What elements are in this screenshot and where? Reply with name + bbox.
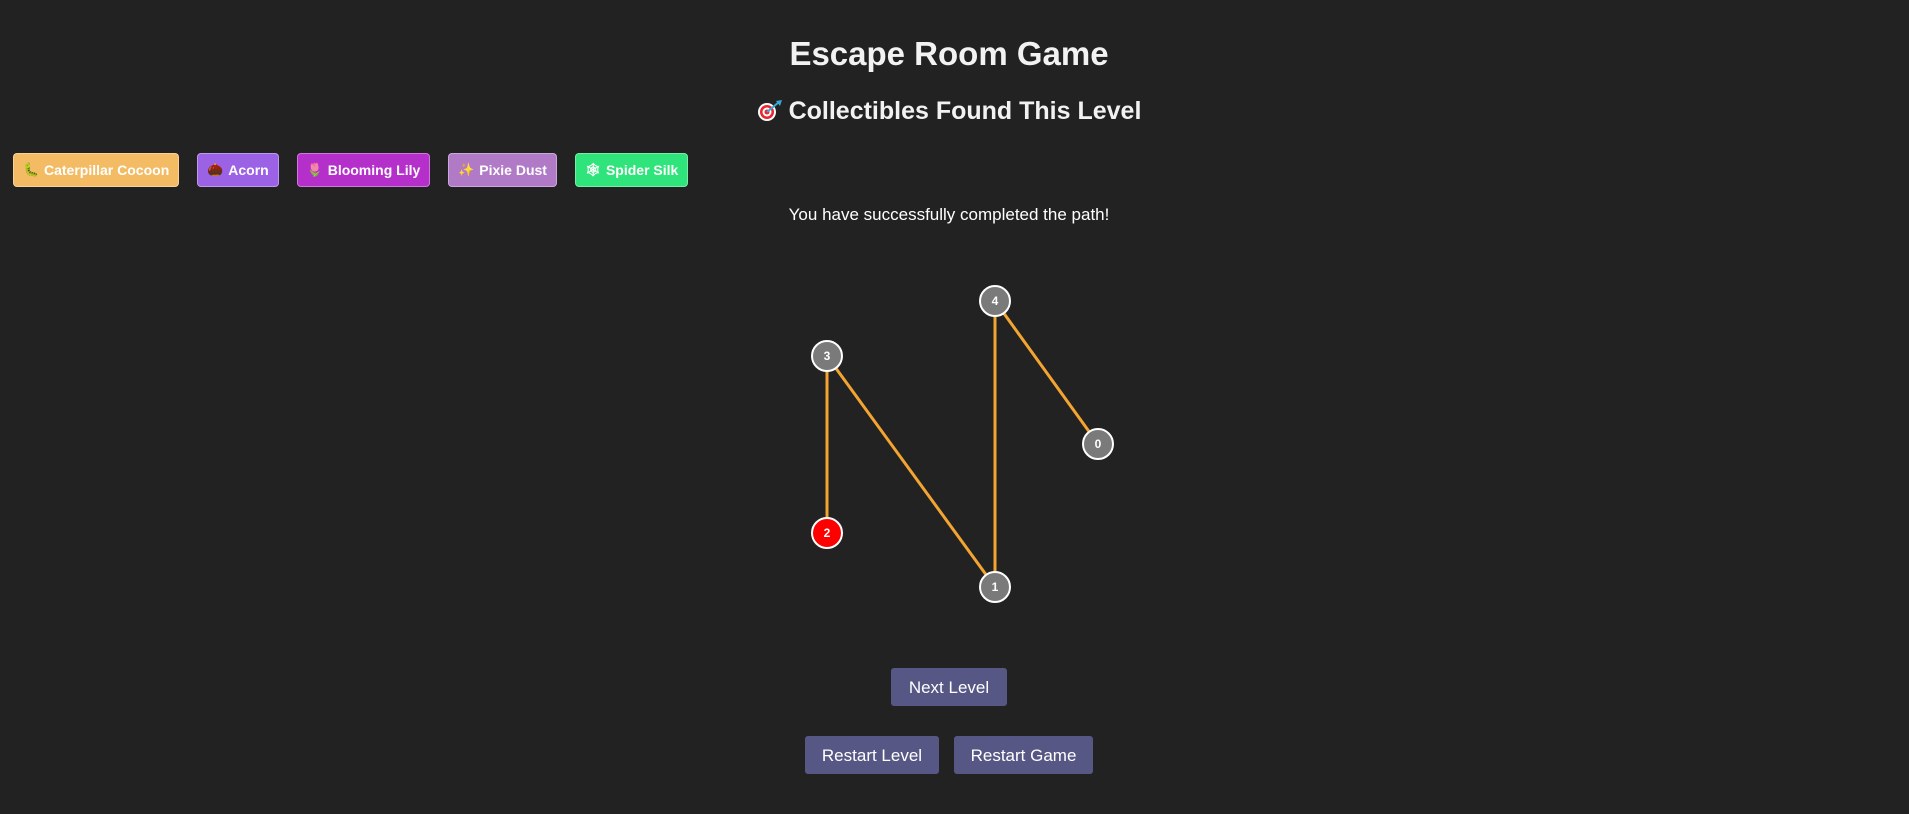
path-node-label: 4 xyxy=(992,294,999,308)
path-edge-1-3 xyxy=(825,355,997,588)
path-node-2[interactable]: 2 xyxy=(811,517,843,549)
path-node-label: 0 xyxy=(1095,437,1102,451)
path-node-3[interactable]: 3 xyxy=(811,340,843,372)
path-node-label: 2 xyxy=(824,526,831,540)
path-edge-0-4 xyxy=(993,300,1100,445)
path-node-label: 3 xyxy=(824,349,831,363)
path-node-4[interactable]: 4 xyxy=(979,285,1011,317)
restart-level-button[interactable]: Restart Level xyxy=(805,736,939,774)
restart-game-button[interactable]: Restart Game xyxy=(954,736,1093,774)
path-node-0[interactable]: 0 xyxy=(1082,428,1114,460)
path-node-1[interactable]: 1 xyxy=(979,571,1011,603)
game-page: Escape Room Game Collectibles Found This… xyxy=(0,0,1909,814)
next-level-button[interactable]: Next Level xyxy=(891,668,1007,706)
path-node-label: 1 xyxy=(992,580,999,594)
